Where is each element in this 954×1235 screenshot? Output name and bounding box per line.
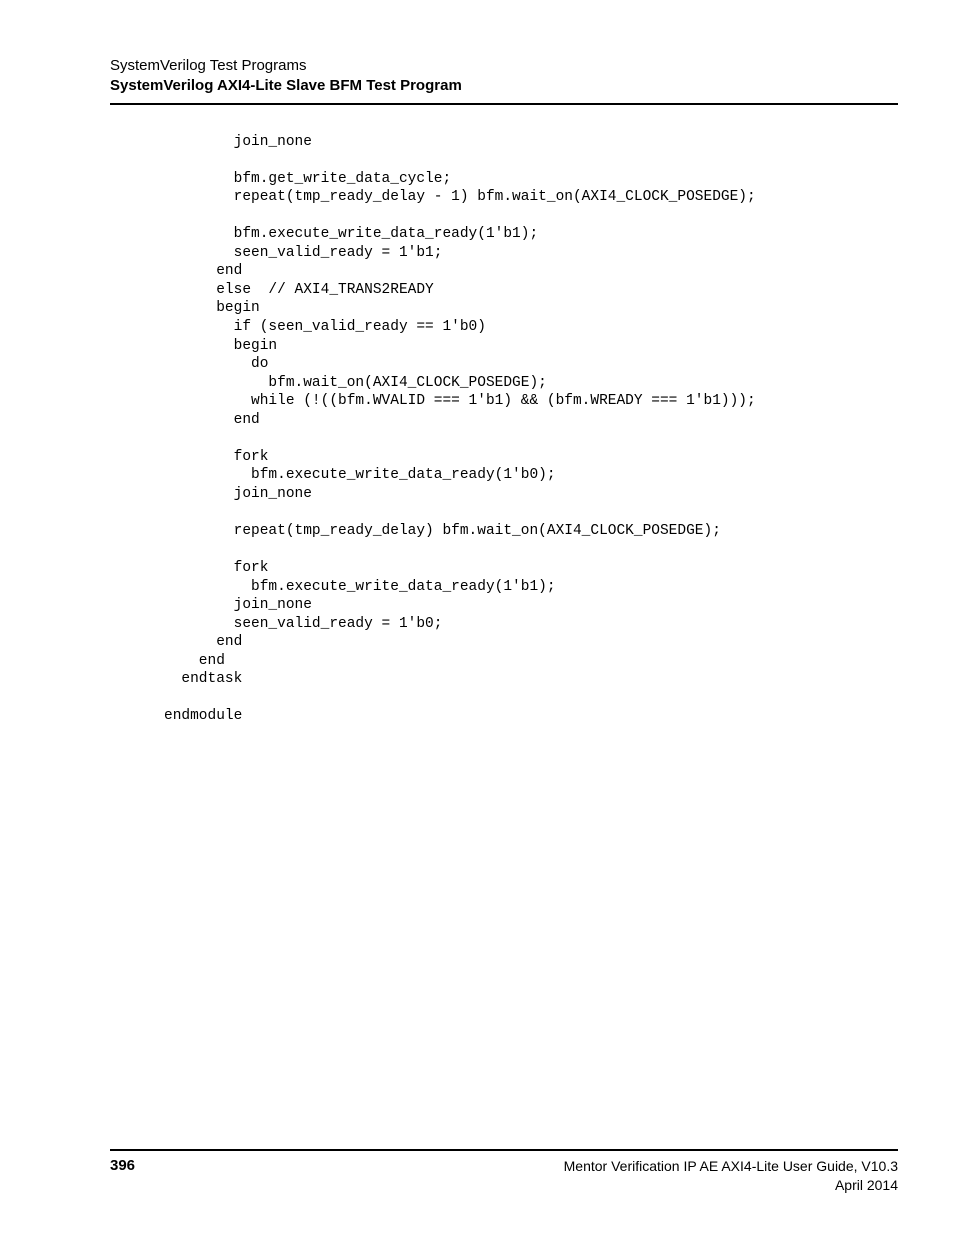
header-line-2: SystemVerilog AXI4-Lite Slave BFM Test P… xyxy=(110,76,898,102)
footer-guide-title: Mentor Verification IP AE AXI4-Lite User… xyxy=(564,1157,898,1176)
header-rule xyxy=(110,103,898,105)
code-listing: join_none bfm.get_write_data_cycle; repe… xyxy=(164,133,898,727)
header-line-1: SystemVerilog Test Programs xyxy=(110,56,898,76)
footer-right: Mentor Verification IP AE AXI4-Lite User… xyxy=(564,1157,898,1195)
page-container: SystemVerilog Test Programs SystemVerilo… xyxy=(0,0,954,1235)
page-header: SystemVerilog Test Programs SystemVerilo… xyxy=(110,56,898,105)
footer-date: April 2014 xyxy=(564,1176,898,1195)
footer-row: 396 Mentor Verification IP AE AXI4-Lite … xyxy=(110,1157,898,1195)
footer-rule xyxy=(110,1149,898,1151)
page-number: 396 xyxy=(110,1157,135,1174)
page-footer: 396 Mentor Verification IP AE AXI4-Lite … xyxy=(110,1149,898,1195)
